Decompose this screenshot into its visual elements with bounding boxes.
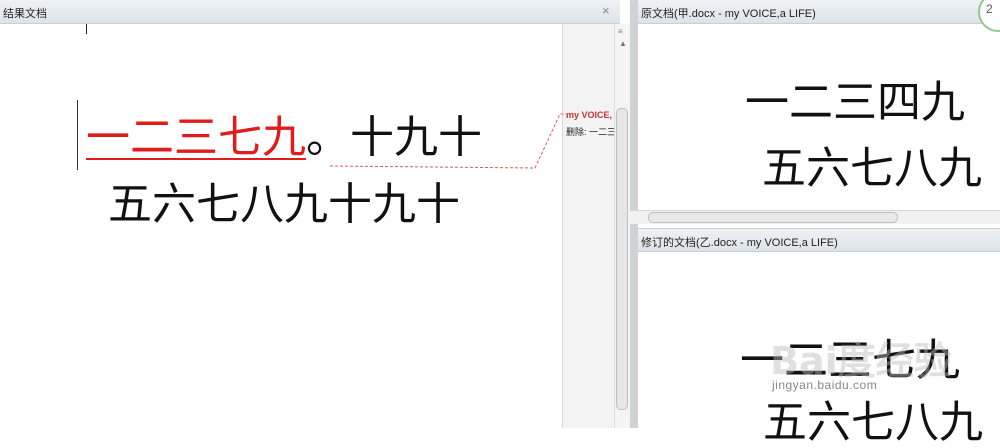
balloon-deletion-text[interactable]: 删除: 一二三 <box>566 125 616 138</box>
watermark-logo: Bai度经验 <box>770 339 952 383</box>
result-document-titlebar: 结果文档 × <box>0 0 620 24</box>
scroll-grip-icon[interactable]: ≡ <box>618 28 623 36</box>
inserted-text[interactable]: 一二三七九 <box>86 112 306 163</box>
result-line-2[interactable]: 五六七八九十九十 <box>108 180 460 230</box>
balloon-connector <box>329 113 566 169</box>
watermark-url: jingyan.baidu.com <box>772 378 878 392</box>
original-line-1[interactable]: 一二三四九 <box>745 78 965 128</box>
markup-balloon-area <box>562 24 614 428</box>
original-line-2[interactable]: 五六七八九 <box>762 144 982 194</box>
revised-line-2[interactable]: 五六七八九 <box>763 398 983 448</box>
result-document-title: 结果文档 <box>3 8 47 20</box>
revised-document-titlebar: 修订的文档(乙.docx - my VOICE,a LIFE) <box>638 228 1000 252</box>
badge-number: 2 <box>986 2 993 16</box>
close-icon[interactable]: × <box>602 3 610 19</box>
vertical-scroll-thumb[interactable] <box>616 108 628 410</box>
scroll-up-icon[interactable]: ▲ <box>619 40 627 48</box>
horizontal-scroll-thumb[interactable] <box>648 212 898 223</box>
original-document-titlebar: 原文档(甲.docx - my VOICE,a LIFE) <box>638 0 1000 24</box>
text-cursor <box>86 24 87 34</box>
original-document-title: 原文档(甲.docx - my VOICE,a LIFE) <box>641 8 816 20</box>
change-bar <box>77 100 78 170</box>
revised-document-title: 修订的文档(乙.docx - my VOICE,a LIFE) <box>641 237 838 249</box>
balloon-author[interactable]: my VOICE, <box>566 110 612 120</box>
